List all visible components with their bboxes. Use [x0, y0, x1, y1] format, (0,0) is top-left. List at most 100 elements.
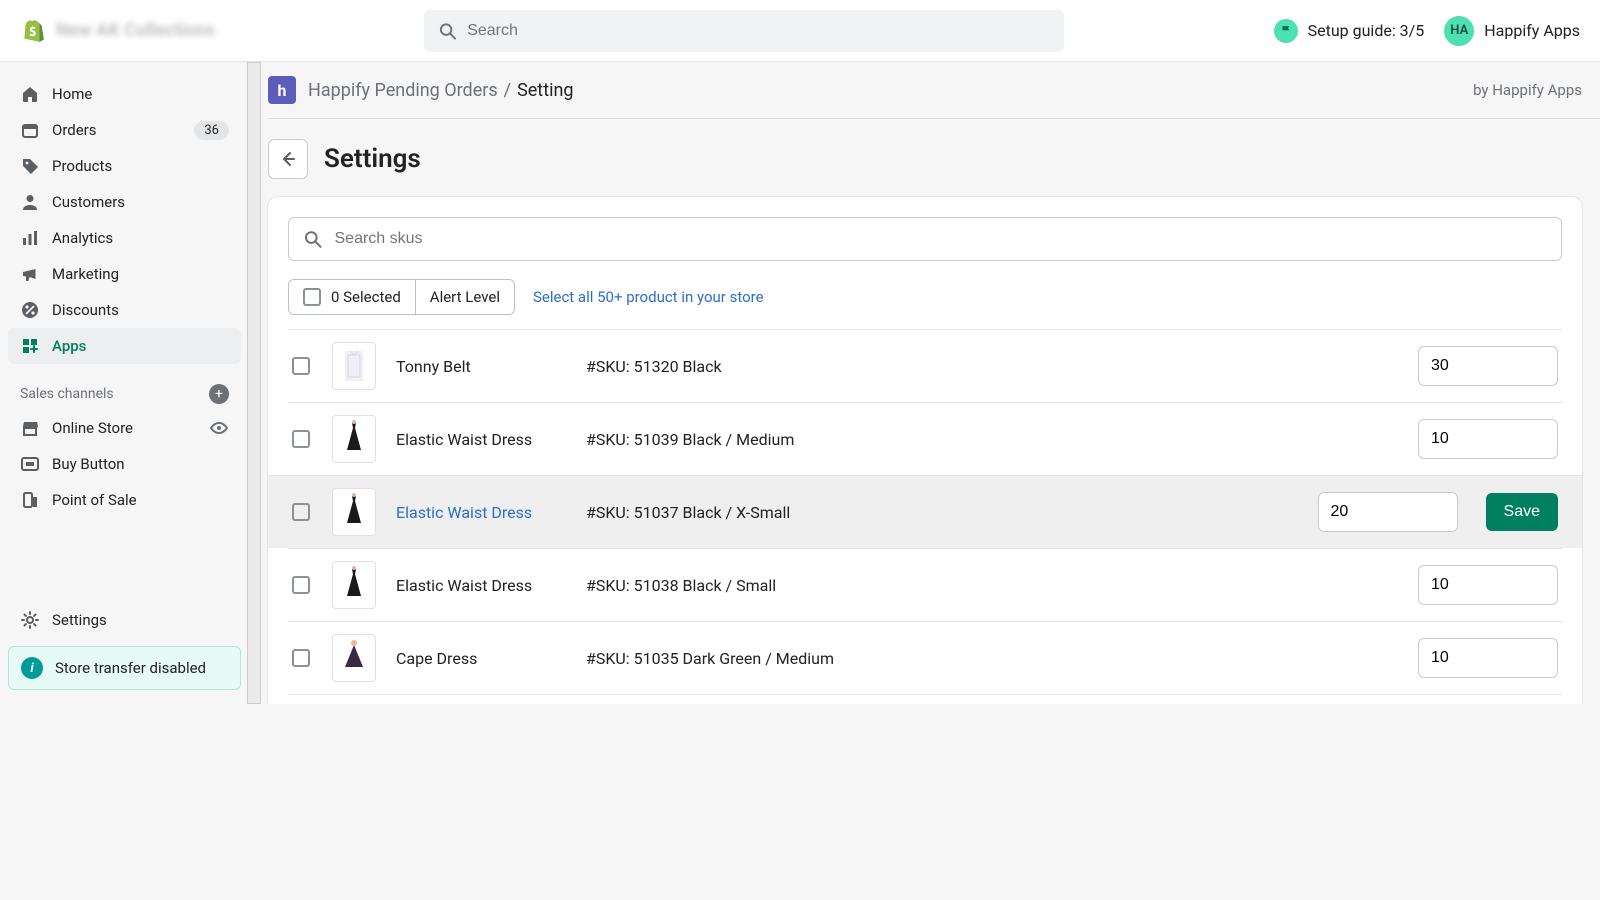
user-menu[interactable]: HA Happify Apps	[1444, 16, 1580, 46]
toolbar: 0 Selected Alert Level Select all 50+ pr…	[288, 279, 1562, 315]
row-checkbox[interactable]	[292, 576, 310, 594]
sidebar-item-products[interactable]: Products	[8, 148, 241, 184]
sidebar-item-label: Orders	[52, 121, 97, 139]
product-name: Cape Dress	[396, 649, 586, 668]
transfer-notice-text: Store transfer disabled	[55, 659, 206, 677]
transfer-notice[interactable]: i Store transfer disabled	[8, 646, 241, 690]
qty-input[interactable]	[1318, 492, 1458, 532]
sidebar-item-settings[interactable]: Settings	[8, 602, 241, 638]
product-thumb	[332, 342, 376, 390]
eye-icon[interactable]	[209, 418, 229, 438]
sidebar-item-label: Settings	[52, 611, 107, 629]
product-name[interactable]: Elastic Waist Dress	[396, 503, 586, 522]
sidebar-item-customers[interactable]: Customers	[8, 184, 241, 220]
flag-icon	[1274, 19, 1298, 43]
breadcrumb-current: Setting	[517, 80, 573, 101]
sidebar-item-discounts[interactable]: Discounts	[8, 292, 241, 328]
channel-item-label: Online Store	[52, 419, 133, 437]
sidebar-item-label: Apps	[52, 337, 86, 355]
user-name: Happify Apps	[1484, 21, 1580, 40]
nav-badge: 36	[194, 121, 229, 140]
checkbox-icon[interactable]	[303, 288, 321, 306]
sidebar-item-label: Marketing	[52, 265, 119, 283]
row-checkbox[interactable]	[292, 430, 310, 448]
search-wrap	[235, 10, 1254, 52]
product-row: Cape Dress #SKU: 51035 Dark Green / Medi…	[288, 621, 1562, 694]
channel-item-point-of-sale[interactable]: Point of Sale	[8, 482, 241, 518]
product-sku: #SKU: 51320 Black	[586, 357, 1418, 376]
app-breadcrumb: h Happify Pending Orders / Setting by Ha…	[268, 62, 1600, 119]
product-sku: #SKU: 51039 Black / Medium	[586, 430, 1418, 449]
channel-item-online-store[interactable]: Online Store	[8, 410, 241, 446]
sidebar-item-apps[interactable]: Apps	[8, 328, 241, 364]
store-name: New AK Collections	[56, 20, 215, 41]
sidebar-item-home[interactable]: Home	[8, 76, 241, 112]
breadcrumb-sep: /	[504, 80, 511, 101]
page-header: Settings	[268, 119, 1600, 197]
topbar-right: Setup guide: 3/5 HA Happify Apps	[1274, 16, 1580, 46]
sidebar-item-orders[interactable]: Orders 36	[8, 112, 241, 148]
setup-guide[interactable]: Setup guide: 3/5	[1274, 19, 1425, 43]
selected-count-button[interactable]: 0 Selected	[289, 280, 415, 314]
page-title: Settings	[324, 144, 421, 174]
topbar: New AK Collections Setup guide: 3/5 HA H…	[0, 0, 1600, 62]
product-sku: #SKU: 51037 Black / X-Small	[586, 503, 1318, 522]
app-logo-icon: h	[268, 76, 296, 104]
product-thumb	[332, 415, 376, 463]
channel-item-label: Buy Button	[52, 455, 125, 473]
sidebar-item-label: Home	[52, 85, 92, 103]
sidebar-item-label: Products	[52, 157, 112, 175]
breadcrumb-app[interactable]: Happify Pending Orders	[308, 80, 498, 101]
info-icon: i	[21, 657, 43, 679]
product-thumb	[332, 634, 376, 682]
product-thumb	[332, 488, 376, 536]
tag-icon	[20, 156, 40, 176]
search-icon	[438, 21, 457, 41]
product-row: Elastic Waist Dress #SKU: 51038 Black / …	[288, 548, 1562, 621]
qty-input[interactable]	[1418, 419, 1558, 459]
sku-search-input[interactable]	[335, 230, 1548, 248]
sales-channels-label: Sales channels	[20, 386, 114, 402]
qty-input[interactable]	[1418, 638, 1558, 678]
product-sku: #SKU: 51035 Dark Green / Medium	[586, 649, 1418, 668]
button-icon	[20, 454, 40, 474]
alert-level-label: Alert Level	[430, 288, 500, 306]
alert-level-button[interactable]: Alert Level	[415, 280, 514, 314]
gear-icon	[20, 610, 40, 630]
user-icon	[20, 192, 40, 212]
row-checkbox[interactable]	[292, 649, 310, 667]
product-thumb	[332, 561, 376, 609]
qty-input[interactable]	[1418, 346, 1558, 386]
store-icon	[20, 418, 40, 438]
select-all-link[interactable]: Select all 50+ product in your store	[533, 288, 764, 306]
back-button[interactable]	[268, 139, 308, 179]
sidebar-item-marketing[interactable]: Marketing	[8, 256, 241, 292]
product-name: Elastic Waist Dress	[396, 576, 586, 595]
sku-search[interactable]	[288, 217, 1562, 261]
back-arrow-icon	[278, 149, 298, 169]
sidebar-item-analytics[interactable]: Analytics	[8, 220, 241, 256]
channel-item-buy-button[interactable]: Buy Button	[8, 446, 241, 482]
settings-card: 0 Selected Alert Level Select all 50+ pr…	[268, 197, 1582, 704]
bars-icon	[20, 228, 40, 248]
store-logo[interactable]: New AK Collections	[20, 18, 215, 44]
global-search-input[interactable]	[467, 22, 1050, 40]
save-button[interactable]: Save	[1486, 493, 1558, 531]
home-icon	[20, 84, 40, 104]
product-row: Tonny Belt #SKU: 51320 Black	[288, 329, 1562, 402]
qty-input[interactable]	[1418, 565, 1558, 605]
pos-icon	[20, 490, 40, 510]
sidebar-item-label: Discounts	[52, 301, 119, 319]
sidebar-item-label: Customers	[52, 193, 125, 211]
channel-item-label: Point of Sale	[52, 491, 137, 509]
shopify-icon	[20, 18, 46, 44]
orders-icon	[20, 120, 40, 140]
add-channel-button[interactable]: +	[209, 384, 229, 404]
row-checkbox[interactable]	[292, 503, 310, 521]
row-checkbox[interactable]	[292, 357, 310, 375]
avatar: HA	[1444, 16, 1474, 46]
product-sku: #SKU: 51038 Black / Small	[586, 576, 1418, 595]
sales-channels-header: Sales channels +	[8, 372, 241, 410]
mega-icon	[20, 264, 40, 284]
global-search[interactable]	[424, 10, 1064, 52]
